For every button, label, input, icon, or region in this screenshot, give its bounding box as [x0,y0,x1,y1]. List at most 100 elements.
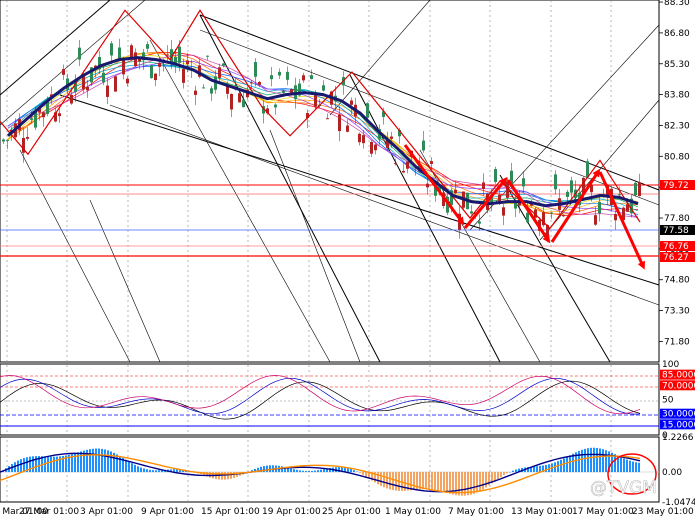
time-tick-label: 19 Apr 01:00 [262,507,321,517]
price-tick-label: 80.80 [664,152,690,162]
candle-body [62,69,65,75]
candle-body [58,113,61,117]
histogram-bar [50,456,52,473]
candle-body [598,201,601,214]
histogram-bar [80,451,82,473]
histogram-bar [500,472,502,478]
histogram-bar [470,472,472,495]
candle-body [390,136,393,139]
osc1-tick-label: 100 [662,360,679,370]
histogram-bar [584,448,586,473]
candle-body [362,135,365,144]
candle-body [346,125,349,132]
histogram-bar [350,469,352,473]
candle-body [146,44,149,49]
price-label-77-58: 77.58 [663,226,689,236]
histogram-bar [98,448,100,473]
osc2-tick-label: 1.2266 [662,433,694,443]
price-label-79-72: 79.72 [663,181,689,191]
candle-body [350,100,353,105]
candle-body [202,87,205,89]
histogram-bar [362,472,364,475]
histogram-bar [356,471,358,473]
histogram-bar [317,470,319,473]
histogram-bar [455,472,457,496]
histogram-bar [509,471,511,473]
histogram-bar [353,470,355,473]
candle-body [270,75,273,80]
candle-body [402,170,405,173]
histogram-bar [47,456,49,473]
histogram-bar [131,463,133,473]
candle-body [586,161,589,178]
histogram-bar [308,470,310,473]
histogram-bar [290,468,292,473]
candle-body [238,93,241,103]
candle-body [566,191,569,197]
histogram-bar [386,472,388,489]
histogram-bar [413,472,415,490]
candle-body [242,99,245,108]
histogram-bar [56,456,58,473]
histogram-bar [152,470,154,473]
price-tick-label: 73.30 [664,307,690,317]
price-tick-label: 74.80 [664,276,690,286]
histogram-bar [320,469,322,473]
candle-body [178,46,181,63]
candle-body [222,63,225,66]
candle-body [374,144,377,151]
histogram-bar [632,461,634,473]
candle-body [282,90,285,93]
histogram-bar [512,470,514,473]
oscillator1-axis: 10085.000070.00005030.000015.00000 [660,360,695,441]
histogram-bar [359,472,361,474]
candle-body [106,85,109,97]
candle-body [258,81,261,85]
histogram-bar [302,470,304,473]
histogram-bar [104,449,106,473]
price-label-76-27: 76.27 [663,253,689,263]
candle-body [394,163,397,165]
candle-body [118,47,121,59]
histogram-bar [389,472,391,490]
price-tick-label: 85.30 [664,60,690,70]
histogram-bar [563,458,565,473]
histogram-bar [146,469,148,473]
histogram-bar [623,458,625,473]
histogram-bar [560,459,562,473]
price-axis: 88.3086.8085.3083.8082.3080.8079.3077.80… [659,0,690,347]
candle-body [614,214,617,221]
histogram-bar [20,459,22,473]
candle-body [322,85,325,91]
osc1-tick-label: 15.0000 [662,420,695,430]
histogram-bar [392,472,394,491]
time-axis: 20 Mar 01:0027 Mar 01:003 Apr 01:009 Apr… [0,507,694,517]
candle-body [210,88,213,94]
histogram-bar [476,472,478,493]
histogram-bar [473,472,475,494]
histogram-bar [593,447,595,473]
histogram-bar [32,456,34,473]
oscillator1-panel-frame [0,363,660,436]
candle-body [158,62,161,67]
time-tick-label: 9 Apr 01:00 [141,507,194,517]
histogram-bar [89,449,91,473]
histogram-bar [101,448,103,473]
histogram-bar [17,460,19,473]
candle-body [102,72,105,83]
histogram-bar [134,464,136,473]
histogram-bar [296,469,298,473]
candle-body [594,215,597,225]
histogram-bar [569,455,571,473]
histogram-bar [137,466,139,473]
histogram-bar [323,469,325,473]
histogram-bar [377,472,379,485]
histogram-bar [503,472,505,476]
price-tick-label: 71.80 [664,337,690,347]
histogram-bar [482,472,484,490]
candle-body [422,140,425,151]
histogram-bar [494,472,496,482]
histogram-bar [587,448,589,473]
candle-body [154,73,157,81]
candle-body [310,75,313,79]
